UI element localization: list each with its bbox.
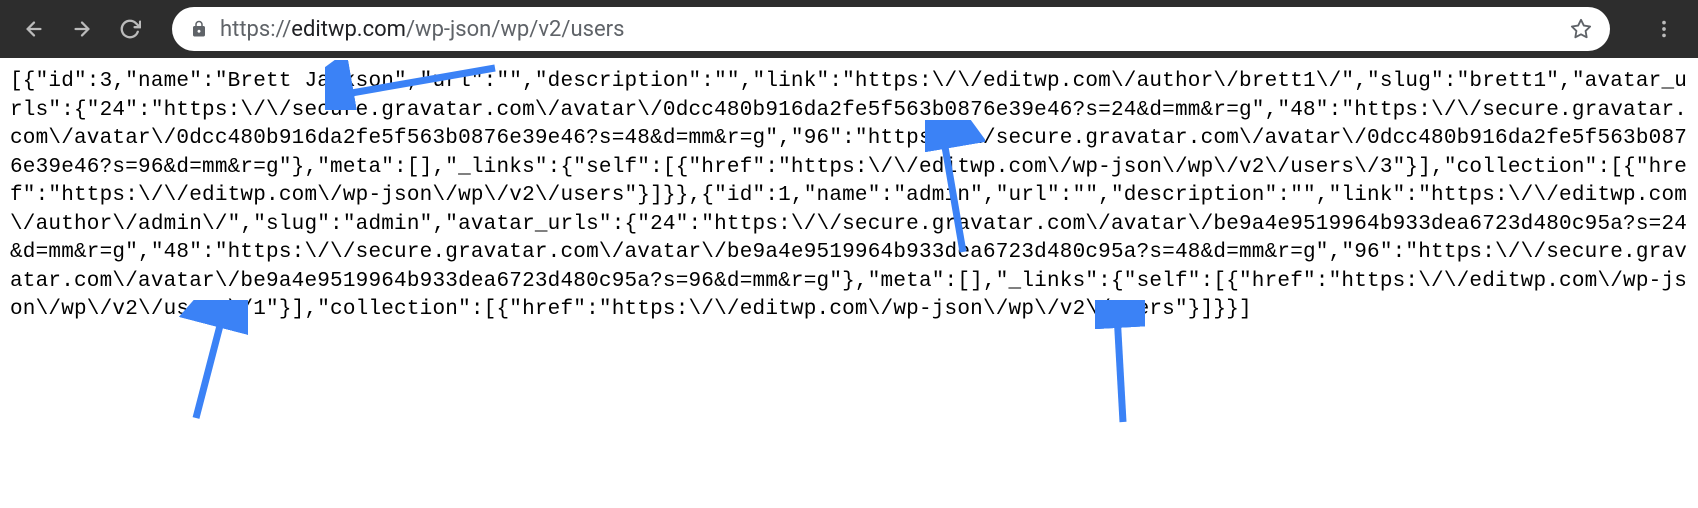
bookmark-star-icon[interactable] xyxy=(1570,18,1592,40)
address-bar[interactable]: https://editwp.com/wp-json/wp/v2/users xyxy=(172,7,1610,51)
reload-button[interactable] xyxy=(108,7,152,51)
arrow-left-icon xyxy=(23,18,45,40)
back-button[interactable] xyxy=(12,7,56,51)
browser-menu-button[interactable] xyxy=(1642,7,1686,51)
json-response-body: [{"id":3,"name":"Brett Jackson","url":""… xyxy=(0,58,1698,335)
more-vertical-icon xyxy=(1653,18,1675,40)
url-text[interactable]: https://editwp.com/wp-json/wp/v2/users xyxy=(220,17,1558,42)
arrow-right-icon xyxy=(71,18,93,40)
nav-buttons xyxy=(12,7,152,51)
url-path: /wp-json/wp/v2/users xyxy=(406,17,624,42)
url-domain: editwp.com xyxy=(291,17,406,42)
lock-icon xyxy=(190,20,208,38)
browser-toolbar: https://editwp.com/wp-json/wp/v2/users xyxy=(0,0,1698,58)
forward-button[interactable] xyxy=(60,7,104,51)
reload-icon xyxy=(119,18,141,40)
url-protocol: https:// xyxy=(220,17,291,42)
